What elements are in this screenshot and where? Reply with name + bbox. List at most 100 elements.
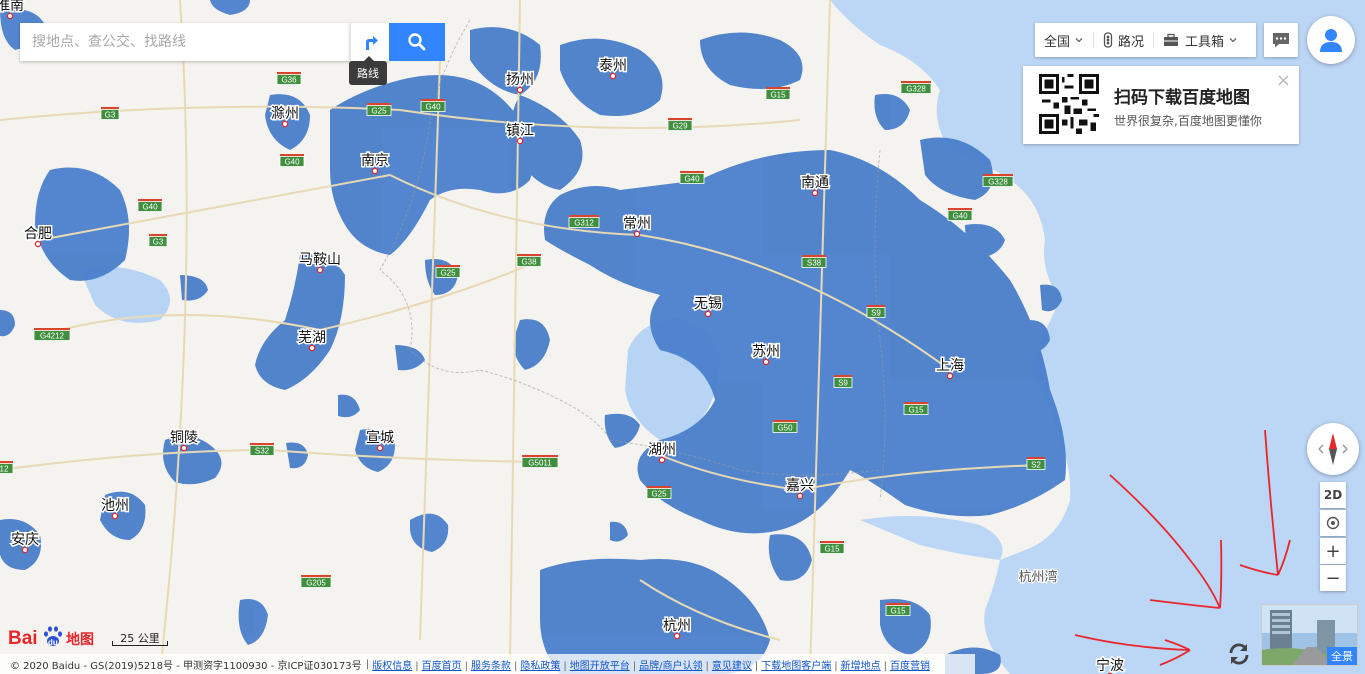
highway-shield: G5011 [521,455,559,468]
highway-shield-label: G40 [425,103,441,112]
highway-shield-label: G25 [440,269,456,278]
highway-shield-label: G4212 [40,332,65,341]
locate-button[interactable] [1320,510,1346,536]
panorama-thumbnail[interactable]: 全景 [1261,604,1358,666]
search-input[interactable] [30,33,349,51]
highway-shield-label: G40 [684,175,700,184]
highway-shield-label: S32 [255,447,270,456]
highway-shield-label: G328 [988,178,1008,187]
user-avatar-button[interactable] [1307,16,1355,64]
footer-divider: | [632,660,637,672]
highway-shield-label: G328 [906,85,926,94]
search-button[interactable] [389,23,445,61]
close-icon[interactable]: × [1276,70,1291,91]
traffic-button[interactable]: 路况 [1094,23,1153,57]
footer-link[interactable]: 地图开放平台 [570,661,630,672]
baidu-logo[interactable]: Bai du 地图 [8,622,103,650]
highway-shield: S9 [866,305,886,318]
city-label[interactable]: 南京 [360,152,391,171]
highway-shield-label: G3 [105,111,116,120]
footer-link[interactable]: 百度首页 [422,661,462,672]
highway-shield-label: G36 [281,76,297,85]
highway-shield: G36 [276,72,302,85]
highway-shield: G40 [279,154,305,167]
city-marker-dot [658,456,666,464]
route-tooltip: 路线 [349,56,387,85]
locate-icon [1326,516,1340,530]
2d-toggle-button[interactable]: 2D [1320,482,1346,508]
highway-shield-label: S2 [1031,461,1041,470]
scale-bar-line [112,641,168,646]
scale-bar: 25 公里 [112,630,168,646]
city-label[interactable]: 滁州 [270,105,301,124]
city-label[interactable]: 镇江 [505,122,536,141]
city-label[interactable]: 宣城 [365,429,396,448]
footer-link[interactable]: 意见建议 [712,661,752,672]
chevron-down-icon [1229,38,1237,43]
city-label[interactable]: 苏州 [751,343,782,362]
city-label[interactable]: 上海 [935,357,966,376]
region-selector[interactable]: 全国 [1035,23,1093,57]
panorama-label: 全景 [1327,647,1357,665]
footer-divider: | [464,660,468,672]
city-marker-dot [704,310,712,318]
refresh-icon [1229,643,1249,665]
city-label[interactable]: 芜湖 [297,328,328,348]
baidu-map-logo-icon: Bai du 地图 [8,626,94,649]
footer-link[interactable]: 百度营销 [890,661,930,672]
city-label[interactable]: 南通 [800,174,831,193]
footer-link[interactable]: 品牌/商户认领 [639,661,702,672]
highway-shield: G3 [100,107,120,120]
zoom-in-button[interactable]: + [1320,538,1346,564]
highway-shield: S9 [833,375,853,388]
city-label[interactable]: 湖州 [647,441,678,460]
toolbox-button[interactable]: 工具箱 [1154,23,1247,57]
city-marker-dot [516,137,524,145]
footer-divider: | [834,660,838,672]
highway-shield-label: G205 [306,579,326,588]
city-label[interactable]: 扬州 [505,71,536,90]
highway-shield: S2 [1026,457,1046,470]
highway-shield-label: G15 [890,607,906,616]
city-label[interactable]: 嘉兴 [785,477,816,496]
footer-link[interactable]: 下载地图客户端 [761,661,831,672]
download-promo-card: 扫码下载百度地图 世界很复杂,百度地图更懂你 × [1023,66,1299,144]
highway-shield: G4212 [33,328,71,341]
message-button[interactable] [1264,23,1298,57]
city-label[interactable]: 常州 [622,215,653,234]
refresh-button[interactable] [1225,640,1253,668]
city-label[interactable]: 淮南 [0,0,26,16]
footer-link[interactable]: 服务条款 [471,661,511,672]
footer-divider: | [883,660,887,672]
city-label[interactable]: 铜陵 [169,429,200,448]
footer-link[interactable]: 隐私政策 [520,661,560,672]
city-label[interactable]: 马鞍山 [298,251,343,270]
footer-link[interactable]: 新增地点 [841,661,881,672]
footer-link[interactable]: 版权信息 [372,661,412,672]
highway-shield: G15 [903,402,929,415]
toolbox-label: 工具箱 [1185,34,1225,50]
city-marker-dot [180,444,188,452]
chat-icon [1273,33,1289,48]
highway-shield-label: 12 [0,465,9,474]
city-marker-dot [371,167,379,175]
footer-links: 版权信息 | 百度首页 | 服务条款 | 隐私政策 | 地图开放平台 | 品牌/商户认领 | 意见建议 |… [370,657,932,672]
city-label[interactable]: 安庆 [10,531,41,550]
city-label[interactable]: 杭州 [662,617,693,636]
highway-shield: G40 [679,171,705,184]
city-label[interactable]: 泰州 [598,57,629,76]
city-marker-dot [21,546,29,554]
city-label[interactable]: 杭州湾 [1017,568,1059,587]
city-label[interactable]: 无锡 [693,295,724,314]
city-marker-dot [633,230,641,238]
footer: © 2020 Baidu - GS(2019)5218号 - 甲测资字11009… [0,654,975,674]
zoom-out-button[interactable]: − [1320,565,1346,591]
city-label[interactable]: 宁波 [1095,656,1126,674]
traffic-light-icon [1103,32,1113,48]
highway-shield: G25 [366,103,392,116]
compass-button[interactable] [1307,423,1359,475]
highway-shield: G38 [516,254,542,267]
city-label[interactable]: 池州 [100,497,131,516]
highway-shield-label: G3 [153,238,164,247]
city-label[interactable]: 合肥 [23,225,54,244]
